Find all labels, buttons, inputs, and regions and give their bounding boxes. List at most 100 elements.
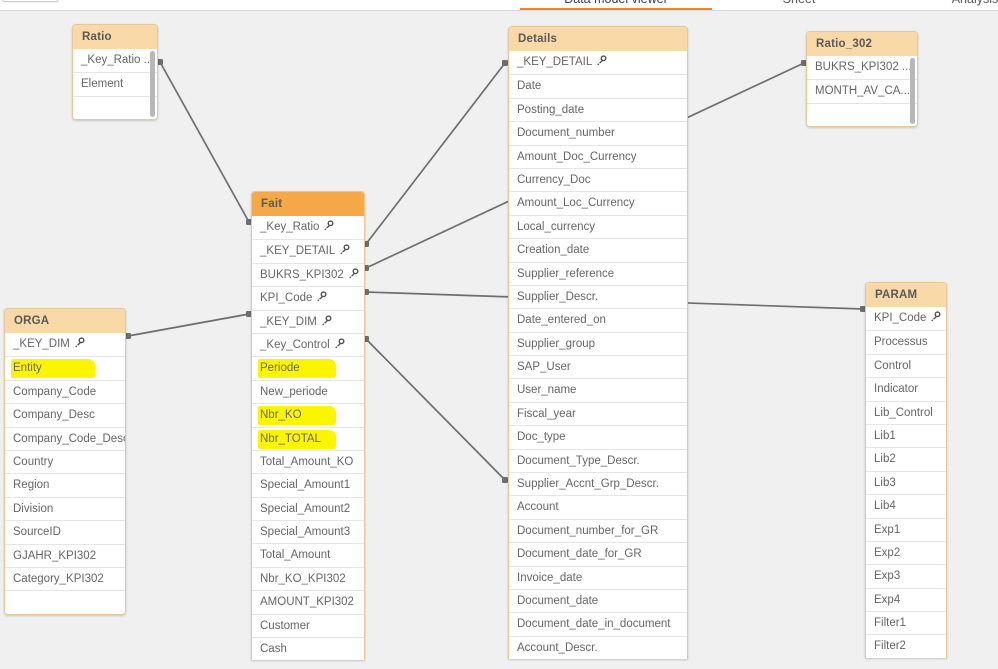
table-field-row[interactable]: Nbr_TOTAL	[252, 426, 364, 450]
table-field-row[interactable]: Special_Amount3	[252, 520, 364, 544]
table-field-row[interactable]: Currency_Doc	[509, 167, 687, 192]
table-field-row[interactable]: Lib1	[866, 423, 946, 448]
table-field-row[interactable]: Category_KPI302	[5, 566, 125, 591]
table-field-row[interactable]: Lib3	[866, 470, 946, 495]
table-field-row[interactable]: Supplier_Accnt_Grp_Descr.	[509, 472, 687, 496]
table-field-row[interactable]: Periode	[252, 356, 364, 380]
table-field-row[interactable]: Element	[73, 72, 157, 96]
table-field-row[interactable]: Company_Desc	[5, 403, 125, 427]
table-field-row[interactable]: Total_Amount_KO	[252, 449, 364, 474]
table-field-list: _KEY_DETAIL Date Posting_date Document_numb…	[509, 51, 687, 660]
table-field-row[interactable]: Exp2	[866, 540, 946, 565]
table-row-empty[interactable]	[5, 590, 125, 614]
model-canvas[interactable]: Ratio _Key_Ratio ... Element Ratio_302 BUKRS…	[0, 11, 998, 669]
table-field-row[interactable]: Supplier_Descr.	[509, 284, 687, 309]
table-field-row[interactable]: Account	[509, 495, 687, 519]
table-field-row[interactable]: SAP_User	[509, 355, 687, 379]
table-field-row[interactable]: _KEY_DETAIL	[252, 239, 364, 263]
table-field-row[interactable]: Country	[5, 449, 125, 474]
table-field-row[interactable]: Amount_Doc_Currency	[509, 144, 687, 168]
table-field-row[interactable]: KPI_Code	[252, 286, 364, 310]
table-field-row[interactable]: Special_Amount1	[252, 473, 364, 497]
table-field-row[interactable]: Filter1	[866, 611, 946, 635]
tab-data-model-viewer[interactable]: Data model viewer	[520, 0, 712, 10]
field-label: Division	[13, 502, 54, 515]
table-field-row[interactable]: _Key_Ratio ...	[73, 49, 157, 73]
table-field-row[interactable]: Fiscal_year	[509, 401, 687, 426]
table-field-row[interactable]: Document_number_for_GR	[509, 518, 687, 543]
table-vertical-scrollbar[interactable]	[150, 51, 155, 118]
table-field-row[interactable]: Creation_date	[509, 238, 687, 262]
table-field-row[interactable]: Supplier_group	[509, 331, 687, 356]
table-field-row[interactable]: User_name	[509, 378, 687, 402]
table-field-row[interactable]: Doc_type	[509, 425, 687, 449]
table-field-row[interactable]: Company_Code_Desc	[5, 426, 125, 450]
table-fait[interactable]: Fait _Key_Ratio _KEY_DETAIL BUKRS_KPI302 KPI…	[251, 191, 365, 661]
table-field-row[interactable]: Lib2	[866, 447, 946, 471]
tab-sheet[interactable]: Sheet	[762, 0, 836, 10]
table-field-row[interactable]: Local_currency	[509, 214, 687, 239]
table-field-row[interactable]: _KEY_DETAIL	[509, 51, 687, 75]
table-field-row[interactable]: _KEY_DIM	[252, 309, 364, 333]
table-field-row[interactable]: Invoice_date	[509, 565, 687, 589]
table-field-row[interactable]: Lib_Control	[866, 400, 946, 424]
table-field-row[interactable]: Posting_date	[509, 97, 687, 122]
table-field-row[interactable]: BUKRS_KPI302	[252, 262, 364, 287]
table-field-row[interactable]: Control	[866, 353, 946, 378]
table-row-empty[interactable]	[807, 102, 917, 127]
table-field-row[interactable]: Nbr_KO_KPI302	[252, 566, 364, 591]
table-field-row[interactable]: Cash	[252, 637, 364, 661]
field-label: Lib3	[874, 476, 896, 489]
table-ratio[interactable]: Ratio _Key_Ratio ... Element	[72, 24, 158, 121]
table-field-row[interactable]: Processus	[866, 330, 946, 354]
table-details[interactable]: Details _KEY_DETAIL Date Posting_date Docume…	[508, 26, 688, 660]
table-field-row[interactable]: Customer	[252, 613, 364, 638]
table-field-row[interactable]: Amount_Loc_Currency	[509, 191, 687, 215]
table-vertical-scrollbar[interactable]	[910, 58, 915, 125]
table-field-row[interactable]: _Key_Ratio	[252, 216, 364, 240]
table-field-row[interactable]: Total_Amount	[252, 543, 364, 567]
table-field-row[interactable]: Date	[509, 74, 687, 98]
tab-analysis[interactable]: Analysis	[936, 0, 998, 10]
field-label: Supplier_reference	[517, 267, 615, 280]
table-field-row[interactable]: AMOUNT_KPI302	[252, 590, 364, 614]
table-field-row[interactable]: Exp3	[866, 564, 946, 588]
table-field-row[interactable]: Document_date_in_document	[509, 612, 687, 636]
table-field-row[interactable]: Exp4	[866, 587, 946, 612]
table-field-row[interactable]: Entity	[5, 356, 125, 380]
table-field-row[interactable]: BUKRS_KPI302 ...	[807, 56, 917, 80]
table-field-row[interactable]: New_periode	[252, 379, 364, 404]
table-row-empty[interactable]	[73, 95, 157, 120]
table-field-row[interactable]: Lib4	[866, 494, 946, 518]
table-field-row[interactable]: Account_Descr.	[509, 635, 687, 660]
table-field-row[interactable]: SourceID	[5, 520, 125, 544]
table-field-row[interactable]: KPI_Code	[866, 307, 946, 331]
table-field-row[interactable]: _KEY_DIM	[5, 333, 125, 357]
table-field-row[interactable]: Filter2	[866, 634, 946, 658]
key-icon	[348, 268, 359, 279]
table-field-row[interactable]: GJAHR_KPI302	[5, 543, 125, 567]
table-field-row[interactable]: Exp1	[866, 517, 946, 541]
table-field-row[interactable]: Document_number	[509, 121, 687, 145]
table-field-row[interactable]: Special_Amount2	[252, 496, 364, 521]
field-label: Total_Amount_KO	[260, 455, 354, 468]
table-field-row[interactable]: Region	[5, 473, 125, 497]
table-field-row[interactable]: Company_Code	[5, 379, 125, 404]
table-param[interactable]: PARAM KPI_Code Processus Control Indicator Li…	[865, 282, 947, 658]
table-field-row[interactable]: Document_date_for_GR	[509, 542, 687, 566]
table-field-row[interactable]: Nbr_KO	[252, 403, 364, 427]
toolbar-button-stub[interactable]	[2, 0, 58, 2]
table-field-row[interactable]: Date_entered_on	[509, 308, 687, 332]
table-field-row[interactable]: Indicator	[866, 377, 946, 401]
table-field-row[interactable]: Division	[5, 496, 125, 521]
table-field-row[interactable]: MONTH_AV_CA...	[807, 79, 917, 103]
table-field-row[interactable]: Document_Type_Descr.	[509, 448, 687, 473]
data-model-viewer-window: Data model viewer Sheet Analysis Ratio_Key…	[0, 0, 998, 669]
field-label: GJAHR_KPI302	[13, 549, 97, 562]
table-ratio_302[interactable]: Ratio_302 BUKRS_KPI302 ... MONTH_AV_CA...	[806, 31, 918, 128]
table-field-row[interactable]: _Key_Control	[252, 332, 364, 357]
field-label: Document_date_for_GR	[517, 548, 642, 561]
table-field-row[interactable]: Supplier_reference	[509, 261, 687, 285]
table-orga[interactable]: ORGA _KEY_DIM Entity Company_Code Company_De…	[4, 308, 126, 615]
table-field-row[interactable]: Document_date	[509, 588, 687, 613]
